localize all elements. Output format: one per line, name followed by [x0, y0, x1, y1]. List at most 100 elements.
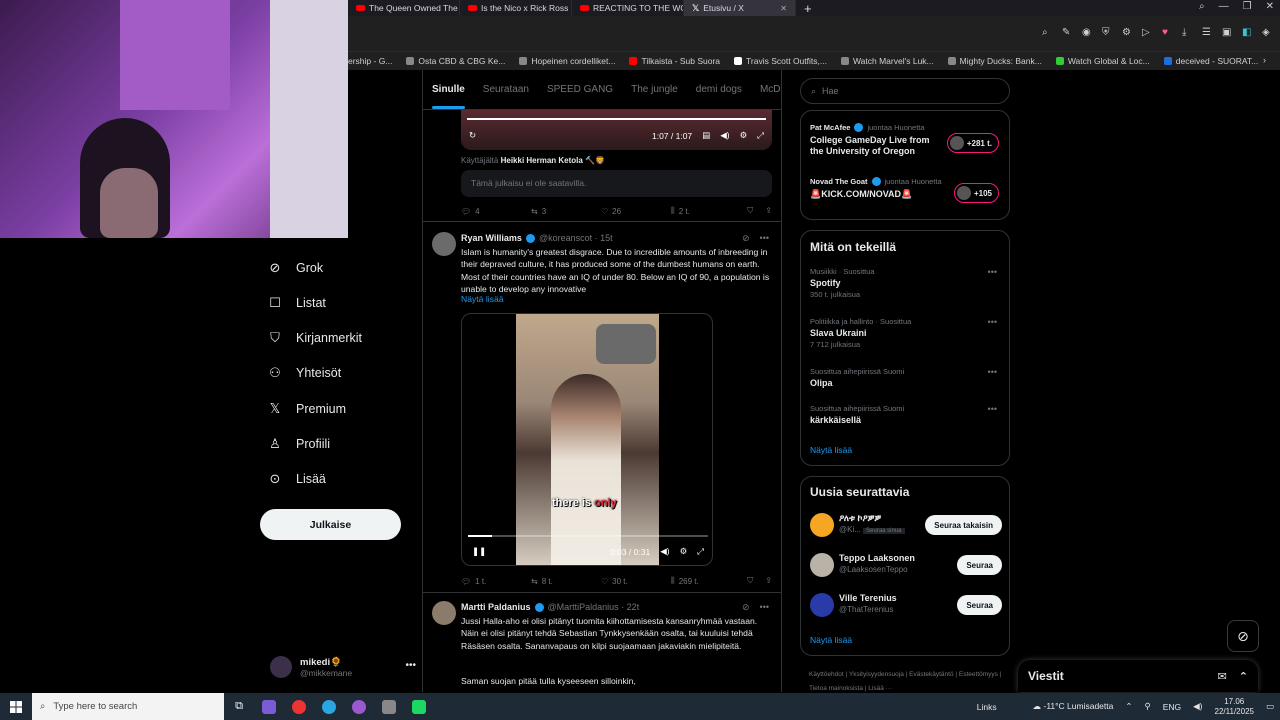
- bookmark[interactable]: deceived - SUORAT...: [1163, 56, 1258, 66]
- avatar[interactable]: [432, 601, 456, 625]
- browser-tab[interactable]: Is the Nico x Rick Ross fal: [460, 0, 572, 16]
- fullscreen-icon[interactable]: ⤢: [757, 130, 764, 141]
- language-indicator[interactable]: ENG: [1163, 702, 1181, 712]
- video-progress[interactable]: [468, 535, 708, 537]
- tab-list[interactable]: The jungle: [631, 84, 678, 95]
- trend-item[interactable]: Suosittua aihepiirissä Suomi Olipa •••: [810, 367, 1005, 388]
- tab-list[interactable]: SPEED GANG: [547, 84, 613, 95]
- follow-suggestion[interactable]: Teppo Laaksonen @LaaksosenTeppo Seuraa: [810, 551, 1006, 579]
- previous-video[interactable]: ↻ 1:07 / 1:07 ▤ ◀) ⚙ ⤢: [461, 110, 772, 150]
- more-dots-icon[interactable]: •••: [405, 660, 416, 671]
- nav-item-profile[interactable]: ♙ Profiili: [268, 436, 330, 451]
- more-dots-icon[interactable]: •••: [760, 602, 769, 613]
- taskbar-app[interactable]: [404, 693, 434, 720]
- views-button[interactable]: ⫼ 2 t.: [671, 206, 741, 216]
- start-button[interactable]: [0, 693, 32, 720]
- taskbar-app[interactable]: [344, 693, 374, 720]
- bookmark[interactable]: Osta CBD & CBG Ke...: [406, 56, 505, 66]
- author-handle[interactable]: @MarttiPaldanius · 22t: [548, 602, 640, 612]
- messages-drawer[interactable]: Viestit ✉ ⌃: [1018, 660, 1258, 692]
- grok-icon[interactable]: ⊘: [742, 233, 750, 244]
- tab-following[interactable]: Seurataan: [483, 84, 529, 95]
- network-icon[interactable]: ⚲: [1144, 701, 1150, 712]
- tab-list[interactable]: demi dogs: [696, 84, 742, 95]
- volume-icon[interactable]: ◀): [1193, 701, 1202, 712]
- fullscreen-icon[interactable]: ⤢: [697, 546, 704, 557]
- author-name[interactable]: Martti Paldanius: [461, 602, 531, 612]
- repost-button[interactable]: ⇆ 8 t.: [531, 577, 601, 586]
- more-dots-icon[interactable]: •••: [988, 367, 997, 377]
- like-button[interactable]: ♡ 30 t.: [601, 577, 671, 586]
- settings-icon[interactable]: ⚙: [740, 130, 748, 141]
- views-button[interactable]: ⫼ 269 t.: [671, 576, 741, 586]
- show-more-link[interactable]: Näytä lisää: [461, 294, 504, 304]
- browser-tab[interactable]: REACTING TO THE WORST: [572, 0, 684, 16]
- footer-link[interactable]: Lisää ···: [868, 685, 892, 692]
- chevron-up-icon[interactable]: ⌃: [1125, 701, 1132, 712]
- taskbar-search[interactable]: ⌕ Type here to search: [32, 693, 224, 720]
- play-icon[interactable]: ▷: [1142, 27, 1152, 38]
- nav-item-grok[interactable]: ⊘ Grok: [268, 260, 324, 275]
- trend-item[interactable]: Suosittua aihepiirissä Suomi kärkkäisell…: [810, 404, 1005, 425]
- author-name[interactable]: Ryan Williams: [461, 233, 522, 243]
- search-box[interactable]: ⌕: [800, 78, 1010, 104]
- clock[interactable]: 17.06 22/11/2025: [1215, 697, 1254, 717]
- maximize-icon[interactable]: ❐: [1243, 1, 1252, 12]
- edit-icon[interactable]: ✎: [1062, 27, 1072, 38]
- footer-link[interactable]: Käyttöehdot: [809, 671, 844, 678]
- grok-icon[interactable]: ⊘: [742, 602, 750, 613]
- replay-icon[interactable]: ↻: [469, 130, 476, 141]
- follow-back-button[interactable]: Seuraa takaisin: [925, 515, 1002, 535]
- show-more-link[interactable]: Näytä lisää: [810, 635, 852, 645]
- live-space[interactable]: Novad The Goat juontaa Huonetta 🚨KICK.COM…: [810, 177, 1005, 203]
- search-input[interactable]: [822, 86, 983, 96]
- captions-icon[interactable]: ▤: [702, 130, 710, 141]
- nav-item-communities[interactable]: ⚇ Yhteisöt: [268, 365, 341, 380]
- more-dots-icon[interactable]: •••: [988, 267, 997, 277]
- avatar[interactable]: [432, 232, 456, 256]
- nav-item-premium[interactable]: 𝕏 Premium: [268, 401, 346, 416]
- expand-icon[interactable]: ⌃: [1239, 670, 1248, 683]
- tab-list[interactable]: McDonalds: [760, 84, 781, 95]
- menu-icon[interactable]: ☰: [1202, 27, 1212, 38]
- search-tabs-icon[interactable]: ⌕: [1199, 1, 1205, 12]
- more-dots-icon[interactable]: •••: [760, 233, 769, 244]
- leo-icon[interactable]: ◈: [1262, 27, 1272, 38]
- like-button[interactable]: ♡ 26: [601, 207, 671, 216]
- extension-icon[interactable]: ⚙: [1122, 27, 1132, 38]
- live-space[interactable]: Pat McAfee juontaa Huonetta College GameD…: [810, 123, 1005, 157]
- repost-button[interactable]: ⇆ 3: [531, 207, 601, 216]
- bookmark-icon[interactable]: ⛉: [747, 576, 753, 586]
- wallet-icon[interactable]: ▣: [1222, 27, 1232, 38]
- taskbar-app[interactable]: [374, 693, 404, 720]
- bookmark[interactable]: Watch Marvel's Luk...: [840, 56, 934, 66]
- shield-icon[interactable]: ⛨: [1102, 27, 1112, 38]
- footer-link[interactable]: Esteettömyys: [959, 671, 998, 678]
- reply-button[interactable]: 💬︎ 1 t.: [461, 577, 531, 586]
- bookmark[interactable]: Hopeinen cordelliket...: [519, 56, 615, 66]
- minimize-icon[interactable]: —: [1219, 1, 1229, 12]
- trend-item[interactable]: Politiikka ja hallinto · Suosittua Slava…: [810, 317, 1005, 349]
- account-switcher[interactable]: mikedi🌻 @mikkemane •••: [270, 652, 416, 682]
- more-dots-icon[interactable]: •••: [988, 317, 997, 327]
- bookmark[interactable]: ership - G...: [348, 56, 392, 66]
- author-handle[interactable]: @koreanscot · 15t: [539, 233, 613, 243]
- footer-link[interactable]: Yksityisyydensuoja: [849, 671, 904, 678]
- tab-for-you[interactable]: Sinulle: [432, 84, 465, 109]
- sidebar-icon[interactable]: ◧: [1242, 27, 1252, 38]
- follow-suggestion[interactable]: ዖለቱ ኮዖቓቓ @Ki... Seuraa sinua Seuraa taka…: [810, 511, 1006, 539]
- follow-suggestion[interactable]: Ville Terenius @ThatTerenius Seuraa: [810, 591, 1006, 619]
- close-tab-icon[interactable]: ✕: [780, 4, 787, 13]
- task-view-button[interactable]: ⧉: [224, 693, 254, 720]
- share-icon[interactable]: ⇪: [765, 206, 772, 216]
- camera-icon[interactable]: ◉: [1082, 27, 1092, 38]
- pause-icon[interactable]: ❚❚: [472, 546, 486, 557]
- bookmark-icon[interactable]: ⛉: [747, 206, 753, 216]
- grok-button[interactable]: ⊘: [1227, 620, 1259, 652]
- reply-button[interactable]: 💬︎ 4: [461, 207, 531, 216]
- post-video[interactable]: there is only ❚❚ 0:03 / 0:31 ◀) ⚙ ⤢: [461, 313, 713, 566]
- links-toolbar[interactable]: Links: [977, 702, 997, 712]
- browser-tab[interactable]: The Queen Owned The M: [348, 0, 460, 16]
- follow-button[interactable]: Seuraa: [957, 595, 1002, 615]
- nav-item-more[interactable]: ⊙ Lisää: [268, 471, 326, 486]
